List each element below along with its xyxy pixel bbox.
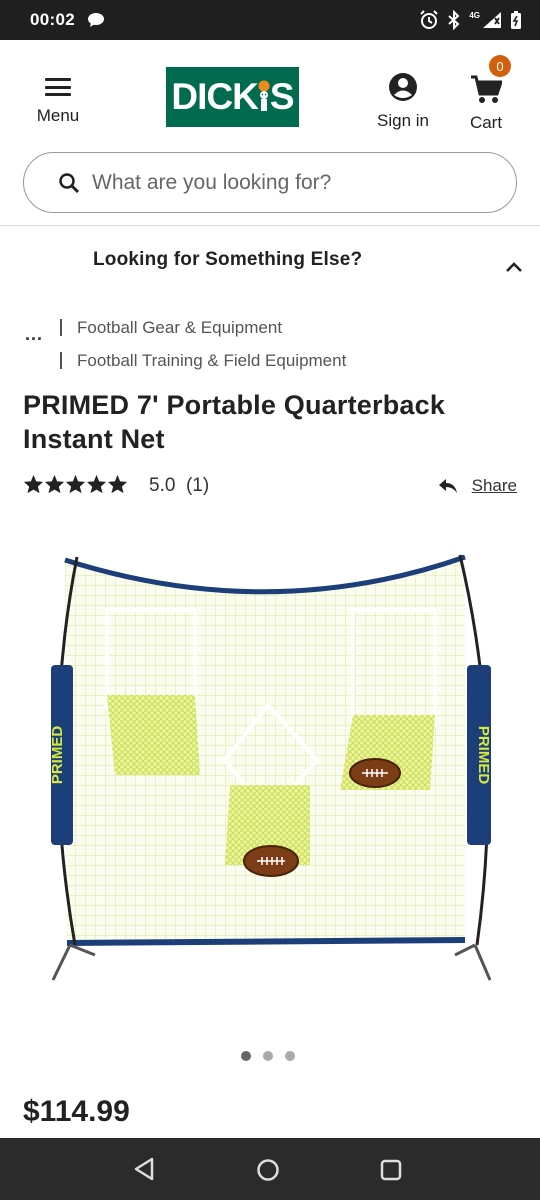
accordion-title: Looking for Something Else? (93, 249, 363, 270)
breadcrumb-ellipsis[interactable]: ... (25, 324, 43, 345)
product-title: PRIMED 7' Portable Quarterback Instant N… (23, 390, 446, 454)
star-rating[interactable] (23, 474, 128, 494)
star-icon (107, 474, 128, 494)
search-bar[interactable] (23, 152, 517, 213)
review-count: (1) (185, 475, 210, 496)
breadcrumb-separator (60, 352, 62, 369)
breadcrumb-link-training-equipment[interactable]: Football Training & Field Equipment (77, 351, 346, 371)
logo-mascot-icon (256, 80, 272, 114)
share-arrow-icon (438, 479, 457, 493)
signal-icon (483, 12, 501, 28)
rating-value: 5.0 (149, 475, 176, 496)
sign-in-label: Sign in (377, 111, 429, 130)
rating-summary[interactable]: 5.0 (1) (149, 475, 209, 497)
chat-bubble-icon (87, 13, 104, 27)
status-icons: 4G (419, 10, 522, 30)
share-button[interactable]: Share (438, 476, 517, 496)
logo-text-left: DICK (171, 76, 258, 117)
network-type-label: 4G (469, 10, 480, 20)
android-navigation-bar (0, 1138, 540, 1200)
image-carousel-indicator (241, 1051, 295, 1061)
star-icon (86, 474, 107, 494)
breadcrumb-link-football-gear[interactable]: Football Gear & Equipment (77, 318, 282, 338)
star-icon (23, 474, 44, 494)
home-icon[interactable] (256, 1158, 280, 1182)
menu-button[interactable]: Menu (30, 78, 86, 126)
cart-button[interactable]: Cart (464, 74, 508, 133)
star-icon (44, 474, 65, 494)
logo-text-right: S (269, 76, 295, 117)
product-price: $114.99 (23, 1095, 130, 1128)
cart-count-badge: 0 (489, 55, 511, 77)
sign-in-button[interactable]: Sign in (372, 72, 434, 131)
cart-label: Cart (469, 113, 503, 132)
carousel-dot[interactable] (263, 1051, 273, 1061)
carousel-dot-active[interactable] (241, 1051, 251, 1061)
rating-row: 5.0 (1) Share (23, 472, 517, 500)
net-brand-text-left: PRIMED (49, 726, 66, 785)
chevron-up-icon[interactable] (505, 261, 523, 273)
site-header: Menu DICK S Sign in Cart (0, 40, 540, 140)
battery-icon (511, 11, 521, 29)
share-label: Share (471, 476, 517, 495)
cart-icon (471, 75, 504, 103)
star-icon (65, 474, 86, 494)
product-image[interactable]: PRIMED PRIMED (35, 545, 505, 995)
alarm-icon (420, 10, 439, 29)
looking-for-something-else-accordion[interactable]: Looking for Something Else? (0, 226, 540, 296)
hamburger-icon (45, 78, 71, 96)
search-input[interactable] (92, 170, 492, 195)
recent-apps-icon[interactable] (380, 1159, 402, 1181)
carousel-dot[interactable] (285, 1051, 295, 1061)
status-time: 00:02 (30, 10, 75, 29)
back-icon[interactable] (132, 1157, 156, 1181)
bluetooth-icon (448, 10, 460, 30)
net-brand-text-right: PRIMED (475, 726, 492, 785)
account-icon (389, 73, 417, 101)
status-bar: 00:02 4G (0, 0, 540, 40)
dicks-logo[interactable]: DICK S (166, 67, 299, 127)
breadcrumb-separator (60, 319, 62, 336)
menu-label: Menu (36, 106, 80, 125)
search-icon (59, 172, 80, 193)
